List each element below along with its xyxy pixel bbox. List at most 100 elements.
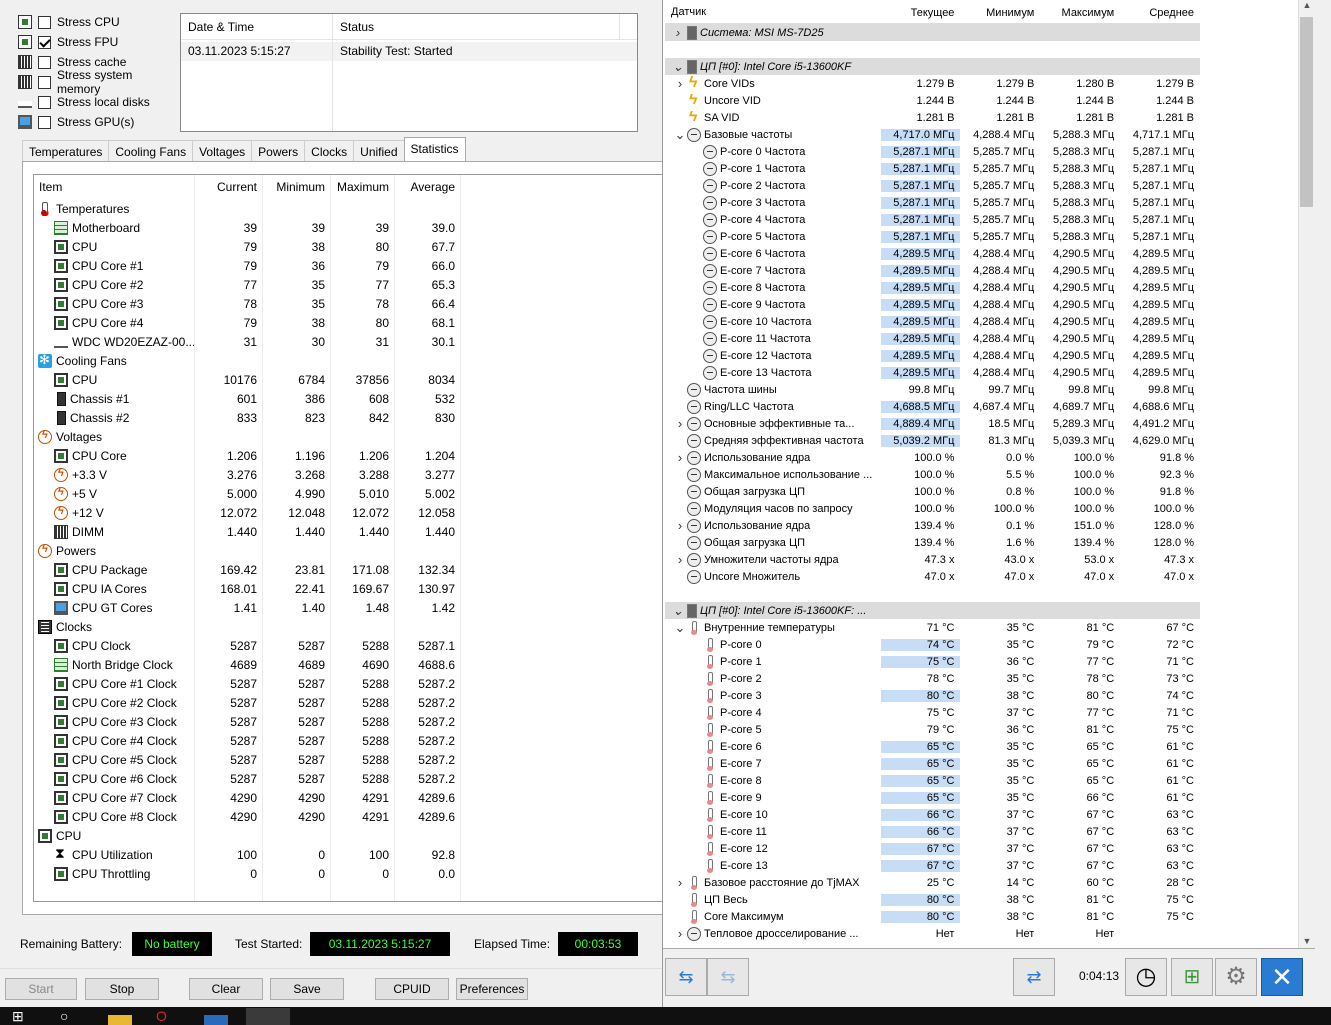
sensor-row[interactable]: E-core 13 Частота 4,289.5 МГц 4,288.4 МГц 4… <box>665 364 1200 381</box>
group-row[interactable]: Powers <box>34 541 662 560</box>
sensor-row[interactable]: P-core 0 Частота 5,287.1 МГц 5,285.7 МГц 5,… <box>665 143 1200 160</box>
sensor-row[interactable]: Uncore VID 1.244 В 1.244 В 1.244 В 1.244 В <box>665 92 1200 109</box>
table-row[interactable]: +5 V 5.000 4.990 5.010 5.002 <box>34 484 662 503</box>
table-row[interactable]: North Bridge Clock 4689 4689 4690 4688.6 <box>34 655 662 674</box>
sensor-group-row[interactable]: › Система: MSI MS-7D25 <box>665 24 1200 41</box>
group-row[interactable]: CPU <box>34 826 662 845</box>
status-row[interactable]: 03.11.2023 5:15:27 Stability Test: Start… <box>181 42 637 61</box>
header-sensor[interactable]: Датчик <box>665 6 881 18</box>
stress-option[interactable]: Stress CPU <box>18 12 178 32</box>
table-row[interactable]: CPU Core #8 Clock 4290 4290 4291 4289.6 <box>34 807 662 826</box>
sensor-row[interactable]: ⌄ Базовые частоты 4,717.0 МГц 4,288.4 МГц 5,… <box>665 126 1200 143</box>
status-header-datetime[interactable]: Date & Time <box>181 14 333 39</box>
close-icon[interactable]: ✕ <box>1261 958 1303 996</box>
sensor-row[interactable]: Uncore Множитель 47.0 x 47.0 x 47.0 x 47.0 x <box>665 568 1200 585</box>
sensor-row[interactable]: P-core 1 Частота 5,287.1 МГц 5,285.7 МГц 5,… <box>665 160 1200 177</box>
table-row[interactable]: CPU Core #4 Clock 5287 5287 5288 5287.2 <box>34 731 662 750</box>
stress-checkbox[interactable] <box>38 35 51 49</box>
expand-chevron-icon[interactable]: › <box>673 450 687 465</box>
table-row[interactable]: CPU 79 38 80 67.7 <box>34 237 662 256</box>
table-row[interactable]: DIMM 1.440 1.440 1.440 1.440 <box>34 522 662 541</box>
table-row[interactable]: CPU Core #3 Clock 5287 5287 5288 5287.2 <box>34 712 662 731</box>
sensor-row[interactable]: E-core 7 65 °C 35 °C 65 °C 61 °C <box>665 755 1200 772</box>
sensor-table[interactable]: Датчик Текущее Минимум Максимум Среднее … <box>665 0 1200 948</box>
windows-start-icon[interactable]: ⊞ <box>12 1008 36 1025</box>
table-row[interactable]: +12 V 12.072 12.048 12.072 12.058 <box>34 503 662 522</box>
sensor-row[interactable]: E-core 6 Частота 4,289.5 МГц 4,288.4 МГц 4,… <box>665 245 1200 262</box>
expand-chevron-icon[interactable]: › <box>673 518 687 533</box>
sensor-row[interactable]: E-core 10 Частота 4,289.5 МГц 4,288.4 МГц 4… <box>665 313 1200 330</box>
collapse-chevron-icon[interactable]: ⌄ <box>671 603 685 619</box>
sensor-row[interactable]: P-core 3 Частота 5,287.1 МГц 5,285.7 МГц 5,… <box>665 194 1200 211</box>
header-current[interactable]: Текущее <box>881 5 961 19</box>
clear-button[interactable]: Clear <box>189 978 263 1000</box>
tab-temperatures[interactable]: Temperatures <box>22 140 110 162</box>
opera-browser-icon[interactable]: O <box>156 1008 180 1025</box>
sensor-row[interactable]: Общая загрузка ЦП 100.0 % 0.8 % 100.0 % 91.8… <box>665 483 1200 500</box>
stress-checkbox[interactable] <box>38 115 51 129</box>
sensor-row[interactable]: P-core 4 75 °C 37 °C 77 °C 71 °C <box>665 704 1200 721</box>
sensor-row[interactable]: SA VID 1.281 В 1.281 В 1.281 В 1.281 В <box>665 109 1200 126</box>
table-row[interactable]: CPU Core 1.206 1.196 1.206 1.204 <box>34 446 662 465</box>
save-button[interactable]: Save <box>270 978 344 1000</box>
header-maximum[interactable]: Максимум <box>1040 5 1120 19</box>
table-row[interactable]: CPU Core #1 79 36 79 66.0 <box>34 256 662 275</box>
stress-option[interactable]: Stress system memory <box>18 68 178 96</box>
column-header[interactable]: Minimum <box>262 180 330 194</box>
table-row[interactable]: CPU Core #5 Clock 5287 5287 5288 5287.2 <box>34 750 662 769</box>
sensor-row[interactable]: Общая загрузка ЦП 139.4 % 1.6 % 139.4 % 128.… <box>665 534 1200 551</box>
scroll-down-icon[interactable]: ▼ <box>1299 936 1315 946</box>
sensor-row[interactable]: › Основные эффективные та... 4,889.4 МГц 18… <box>665 415 1200 432</box>
stress-checkbox[interactable] <box>38 95 51 109</box>
sensor-group-row[interactable]: ⌄ ЦП [#0]: Intel Core i5-13600KF: ... <box>665 602 1200 619</box>
tab-voltages[interactable]: Voltages <box>192 140 253 162</box>
tab-unified[interactable]: Unified <box>353 140 405 162</box>
sensor-row[interactable]: E-core 11 Частота 4,289.5 МГц 4,288.4 МГц 4… <box>665 330 1200 347</box>
sensor-row[interactable]: P-core 3 80 °C 38 °C 80 °C 74 °C <box>665 687 1200 704</box>
sensor-row[interactable]: Частота шины 99.8 МГц 99.7 МГц 99.8 МГц 99.8… <box>665 381 1200 398</box>
cpuid-button[interactable]: CPUID <box>375 978 449 1000</box>
sensor-row[interactable]: Core Максимум 80 °C 38 °C 81 °C 75 °C <box>665 908 1200 925</box>
table-row[interactable]: CPU IA Cores 168.01 22.41 169.67 130.97 <box>34 579 662 598</box>
header-average[interactable]: Среднее <box>1120 5 1200 19</box>
sensor-row[interactable]: E-core 8 65 °C 35 °C 65 °C 61 °C <box>665 772 1200 789</box>
collapse-chevron-icon[interactable]: ⌄ <box>671 59 685 75</box>
sensor-row[interactable]: E-core 9 65 °C 35 °C 66 °C 61 °C <box>665 789 1200 806</box>
sensor-row[interactable]: E-core 12 67 °C 37 °C 67 °C 63 °C <box>665 840 1200 857</box>
stop-button[interactable]: Stop <box>85 978 159 1000</box>
collapse-chevron-icon[interactable]: ⌄ <box>673 620 687 636</box>
expand-chevron-icon[interactable]: › <box>673 552 687 567</box>
sensor-row[interactable]: › Core VIDs 1.279 В 1.279 В 1.280 В 1.279 В <box>665 75 1200 92</box>
table-row[interactable]: CPU Package 169.42 23.81 171.08 132.34 <box>34 560 662 579</box>
network-icon[interactable]: ⇄ <box>1013 958 1055 996</box>
collapse-chevron-icon[interactable]: ⌄ <box>673 127 687 143</box>
expand-chevron-icon[interactable]: › <box>673 76 687 91</box>
sensor-row[interactable]: ЦП Весь 80 °C 38 °C 81 °C 75 °C <box>665 891 1200 908</box>
column-header[interactable]: Item <box>34 180 194 194</box>
file-explorer-icon[interactable] <box>108 1015 132 1025</box>
clock-icon[interactable]: ◷ <box>1125 958 1167 996</box>
table-row[interactable]: WDC WD20EZAZ-00... 31 30 31 30.1 <box>34 332 662 351</box>
sensor-row[interactable]: E-core 9 Частота 4,289.5 МГц 4,288.4 МГц 4,… <box>665 296 1200 313</box>
aida64-app-icon[interactable] <box>204 1015 228 1025</box>
expand-chevron-icon[interactable]: › <box>673 926 687 941</box>
settings-gear-icon[interactable]: ⚙ <box>1215 958 1257 996</box>
stress-option[interactable]: Stress GPU(s) <box>18 112 178 132</box>
table-row[interactable]: CPU Throttling 0 0 0 0.0 <box>34 864 662 883</box>
expand-chevron-icon[interactable]: › <box>671 25 685 40</box>
sensor-row[interactable]: Максимальное использование ... 100.0 % 5.5… <box>665 466 1200 483</box>
sensor-row[interactable]: P-core 2 78 °C 35 °C 78 °C 73 °C <box>665 670 1200 687</box>
sensor-row[interactable]: › Базовое расстояние до TjMAX 25 °C 14 °C 60… <box>665 874 1200 891</box>
group-row[interactable]: Temperatures <box>34 199 662 218</box>
header-minimum[interactable]: Минимум <box>960 5 1040 19</box>
sensor-row[interactable]: Ring/LLC Частота 4,688.5 МГц 4,687.4 МГц 4,… <box>665 398 1200 415</box>
statistics-table[interactable]: Item Current Minimum Maximum Average Temperat… <box>33 174 663 902</box>
table-row[interactable]: CPU Utilization 100 0 100 92.8 <box>34 845 662 864</box>
group-row[interactable]: Clocks <box>34 617 662 636</box>
hwinfo-taskbar-icon[interactable] <box>246 1008 290 1025</box>
sensor-row[interactable]: ⌄ Внутренние температуры 71 °C 35 °C 81 °C 67… <box>665 619 1200 636</box>
sensor-row[interactable]: P-core 4 Частота 5,287.1 МГц 5,285.7 МГц 5,… <box>665 211 1200 228</box>
status-header-status[interactable]: Status <box>333 14 620 39</box>
group-row[interactable]: Cooling Fans <box>34 351 662 370</box>
collapse-arrows-icon[interactable]: ⇆ <box>707 958 749 996</box>
